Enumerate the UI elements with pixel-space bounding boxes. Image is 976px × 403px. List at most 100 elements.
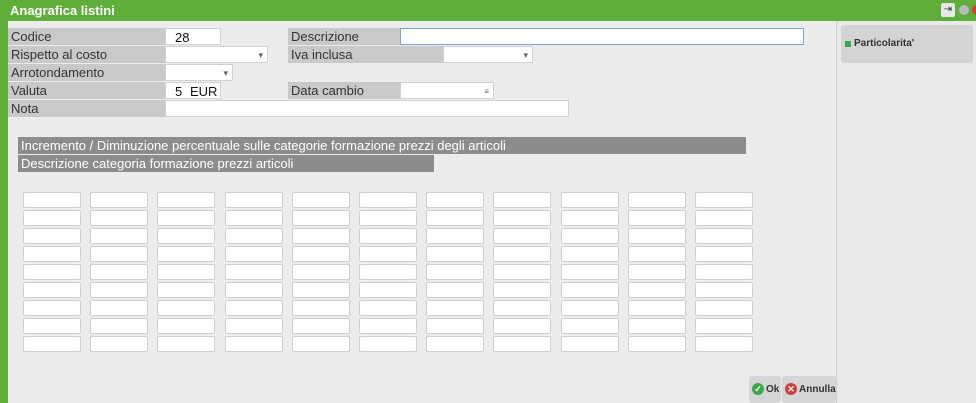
grid-cell[interactable] — [695, 282, 753, 298]
annulla-button[interactable]: ✕ Annulla — [782, 376, 836, 403]
particolarita-button[interactable]: Particolarita' — [841, 25, 973, 63]
grid-cell[interactable] — [628, 336, 686, 352]
iva-select[interactable]: ▾ — [443, 46, 533, 63]
grid-cell[interactable] — [628, 300, 686, 316]
grid-cell[interactable] — [157, 264, 215, 280]
grid-cell[interactable] — [23, 210, 81, 226]
grid-cell[interactable] — [695, 228, 753, 244]
grid-cell[interactable] — [561, 264, 619, 280]
grid-cell[interactable] — [561, 318, 619, 334]
ok-button[interactable]: ✓ Ok — [749, 376, 781, 403]
grid-cell[interactable] — [695, 210, 753, 226]
grid-cell[interactable] — [225, 300, 283, 316]
grid-cell[interactable] — [90, 192, 148, 208]
grid-cell[interactable] — [23, 264, 81, 280]
grid-cell[interactable] — [23, 300, 81, 316]
grid-cell[interactable] — [225, 210, 283, 226]
grid-cell[interactable] — [359, 318, 417, 334]
grid-cell[interactable] — [90, 246, 148, 262]
grid-cell[interactable] — [359, 192, 417, 208]
grid-cell[interactable] — [292, 264, 350, 280]
grid-cell[interactable] — [157, 300, 215, 316]
grid-cell[interactable] — [90, 300, 148, 316]
nota-field[interactable] — [165, 100, 569, 117]
grid-cell[interactable] — [628, 192, 686, 208]
grid-cell[interactable] — [426, 228, 484, 244]
grid-cell[interactable] — [493, 300, 551, 316]
grid-cell[interactable] — [23, 192, 81, 208]
grid-cell[interactable] — [561, 192, 619, 208]
grid-cell[interactable] — [292, 210, 350, 226]
grid-cell[interactable] — [695, 336, 753, 352]
grid-cell[interactable] — [426, 318, 484, 334]
calendar-icon[interactable]: ≡ — [484, 83, 489, 100]
grid-cell[interactable] — [493, 228, 551, 244]
grid-cell[interactable] — [628, 264, 686, 280]
grid-cell[interactable] — [493, 318, 551, 334]
grid-cell[interactable] — [157, 318, 215, 334]
grid-cell[interactable] — [561, 282, 619, 298]
grid-cell[interactable] — [426, 246, 484, 262]
minimize-icon[interactable] — [959, 5, 969, 15]
grid-cell[interactable] — [359, 300, 417, 316]
grid-cell[interactable] — [561, 246, 619, 262]
grid-cell[interactable] — [292, 300, 350, 316]
grid-cell[interactable] — [561, 210, 619, 226]
grid-cell[interactable] — [695, 192, 753, 208]
valuta-field[interactable]: 5 EUR — [165, 82, 221, 99]
close-icon[interactable] — [972, 5, 976, 15]
grid-cell[interactable] — [628, 282, 686, 298]
grid-cell[interactable] — [493, 264, 551, 280]
grid-cell[interactable] — [695, 318, 753, 334]
grid-cell[interactable] — [90, 210, 148, 226]
grid-cell[interactable] — [225, 228, 283, 244]
grid-cell[interactable] — [561, 228, 619, 244]
grid-cell[interactable] — [157, 192, 215, 208]
grid-cell[interactable] — [225, 336, 283, 352]
grid-cell[interactable] — [90, 318, 148, 334]
grid-cell[interactable] — [493, 192, 551, 208]
grid-cell[interactable] — [90, 228, 148, 244]
grid-cell[interactable] — [561, 300, 619, 316]
grid-cell[interactable] — [225, 282, 283, 298]
grid-cell[interactable] — [157, 246, 215, 262]
grid-cell[interactable] — [23, 282, 81, 298]
grid-cell[interactable] — [426, 336, 484, 352]
grid-cell[interactable] — [426, 282, 484, 298]
grid-cell[interactable] — [292, 282, 350, 298]
grid-cell[interactable] — [426, 264, 484, 280]
data-cambio-field[interactable]: ≡ — [400, 82, 494, 99]
codice-field[interactable]: 28 — [165, 28, 221, 45]
grid-cell[interactable] — [695, 300, 753, 316]
grid-cell[interactable] — [157, 282, 215, 298]
grid-cell[interactable] — [292, 246, 350, 262]
grid-cell[interactable] — [628, 228, 686, 244]
grid-cell[interactable] — [426, 192, 484, 208]
grid-cell[interactable] — [628, 318, 686, 334]
grid-cell[interactable] — [426, 300, 484, 316]
rispetto-select[interactable]: ▾ — [165, 46, 268, 63]
grid-cell[interactable] — [359, 246, 417, 262]
grid-cell[interactable] — [292, 336, 350, 352]
grid-cell[interactable] — [493, 282, 551, 298]
grid-cell[interactable] — [23, 246, 81, 262]
grid-cell[interactable] — [359, 210, 417, 226]
grid-cell[interactable] — [23, 318, 81, 334]
grid-cell[interactable] — [695, 246, 753, 262]
grid-cell[interactable] — [225, 246, 283, 262]
grid-cell[interactable] — [292, 192, 350, 208]
grid-cell[interactable] — [493, 210, 551, 226]
grid-cell[interactable] — [628, 246, 686, 262]
grid-cell[interactable] — [426, 210, 484, 226]
pin-icon[interactable]: ⇥ — [941, 3, 955, 17]
grid-cell[interactable] — [292, 228, 350, 244]
grid-cell[interactable] — [225, 264, 283, 280]
grid-cell[interactable] — [90, 282, 148, 298]
grid-cell[interactable] — [628, 210, 686, 226]
grid-cell[interactable] — [493, 336, 551, 352]
grid-cell[interactable] — [90, 336, 148, 352]
grid-cell[interactable] — [359, 264, 417, 280]
grid-cell[interactable] — [359, 228, 417, 244]
grid-cell[interactable] — [695, 264, 753, 280]
grid-cell[interactable] — [157, 336, 215, 352]
